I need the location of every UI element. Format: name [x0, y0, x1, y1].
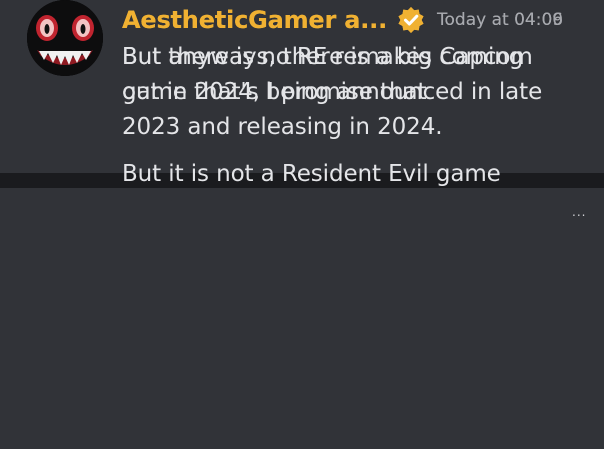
verified-check-icon: [398, 7, 424, 33]
timestamp: Today at 04:06: [437, 10, 564, 30]
message-followup-text: But it is not a Resident Evil game: [122, 161, 501, 187]
message-text-line: game that's being announced in late: [122, 79, 543, 105]
message-text-line: But anyways, there is a big Capcom: [122, 44, 533, 70]
message-card: [0, 188, 604, 449]
avatar[interactable]: [27, 0, 103, 76]
message-text-line: 2023 and releasing in 2024.: [122, 114, 443, 140]
demon-face-avatar-icon: [27, 0, 103, 76]
message-header: AestheticGamer a... Today at 04:06: [122, 0, 596, 40]
message-body: AestheticGamer a... Today at 04:06 But a…: [122, 0, 596, 192]
username[interactable]: AestheticGamer a...: [122, 6, 387, 34]
more-options-icon[interactable]: ...: [572, 206, 586, 218]
